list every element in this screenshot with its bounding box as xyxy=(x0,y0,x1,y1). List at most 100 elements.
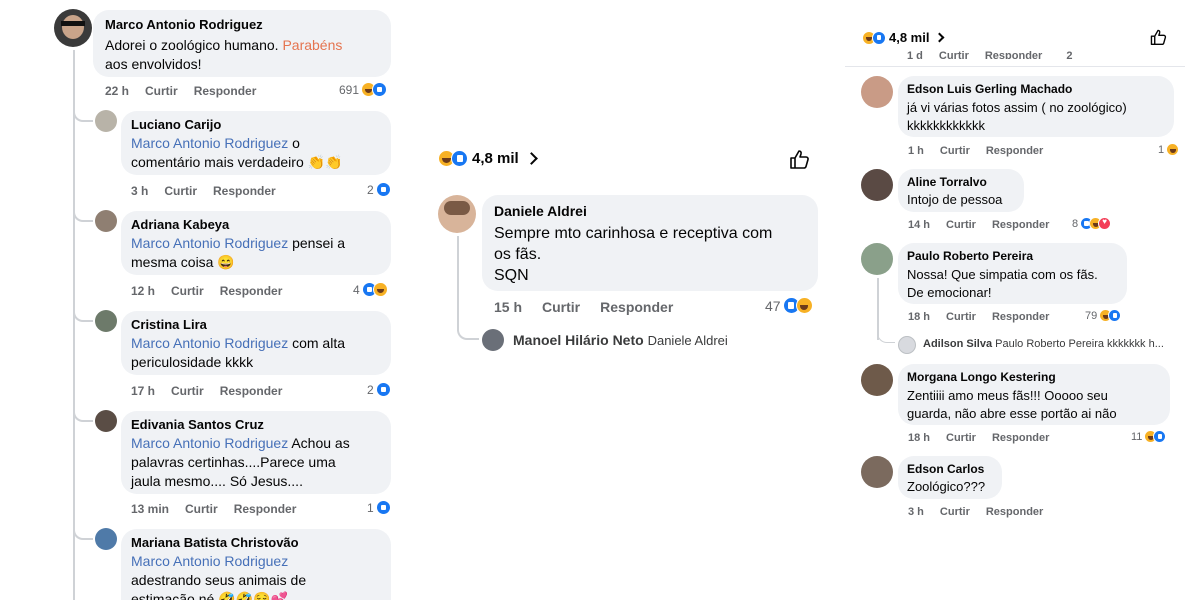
reply-button[interactable]: Responder xyxy=(992,311,1049,323)
reaction-summary[interactable]: 1 xyxy=(367,500,391,515)
avatar[interactable] xyxy=(438,195,476,233)
comment-bubble: Edson Luis Gerling Machado já vi várias … xyxy=(898,76,1174,137)
reply-button[interactable]: Responder xyxy=(220,384,283,398)
comment-author[interactable]: Edivania Santos Cruz xyxy=(131,417,264,432)
avatar[interactable] xyxy=(861,76,893,108)
reaction-summary[interactable]: 2 xyxy=(367,382,391,397)
reply-button[interactable]: Responder xyxy=(992,432,1049,444)
reaction-summary[interactable]: 8 xyxy=(1072,217,1112,230)
like-button[interactable]: Curtir xyxy=(542,299,580,315)
reply-button[interactable]: Responder xyxy=(213,184,276,198)
comment-time: 1 h xyxy=(908,145,924,157)
collapsed-reply[interactable]: Manoel Hilário Neto Daniele Aldrei xyxy=(513,332,728,348)
comment-actions: 18 h Curtir Responder xyxy=(908,432,1065,444)
thread-line xyxy=(73,50,75,600)
comment-time: 18 h xyxy=(908,432,931,444)
post-reaction-summary[interactable]: 4,8 mil xyxy=(436,150,538,167)
reaction-summary[interactable]: 47 xyxy=(765,297,813,314)
mention-link[interactable]: Marco Antonio Rodriguez xyxy=(131,435,288,451)
thumbs-up-icon[interactable] xyxy=(1149,28,1167,46)
like-button[interactable]: Curtir xyxy=(946,432,976,444)
comment-text: Zentiiii amo meus fãs!!! Ooooo seu guarda… xyxy=(907,388,1117,421)
comment-text: já vi várias fotos assim ( no zoológico)… xyxy=(907,100,1127,133)
comment-author[interactable]: Edson Luis Gerling Machado xyxy=(907,82,1072,96)
like-button[interactable]: Curtir xyxy=(171,284,204,298)
reaction-count: 691 xyxy=(339,82,360,97)
reply-author[interactable]: Manoel Hilário Neto xyxy=(513,332,644,348)
mention-link[interactable]: Marco Antonio Rodriguez xyxy=(131,135,288,151)
like-button[interactable]: Curtir xyxy=(939,50,969,59)
comment-actions: 12 h Curtir Responder xyxy=(131,284,298,298)
reaction-summary[interactable]: 79 xyxy=(1085,309,1122,322)
post-reaction-summary[interactable]: 4,8 mil xyxy=(860,30,945,45)
reply-button[interactable]: Responder xyxy=(985,50,1042,59)
comment-author[interactable]: Aline Torralvo xyxy=(907,175,987,189)
avatar[interactable] xyxy=(861,456,893,488)
comment-time: 3 h xyxy=(908,506,924,518)
comment-author[interactable]: Luciano Carijo xyxy=(131,117,221,132)
reaction-count: 2 xyxy=(367,182,374,197)
comment-author[interactable]: Mariana Batista Christovão xyxy=(131,535,299,550)
comment-actions: 3 h Curtir Responder xyxy=(908,506,1059,518)
comment-text: Marco Antonio Rodriguez com alta periculo… xyxy=(131,335,346,370)
thumbs-up-icon[interactable] xyxy=(788,148,810,170)
reaction-count: 79 xyxy=(1085,309,1098,322)
reaction-summary[interactable]: 1 xyxy=(1158,143,1180,156)
reaction-summary[interactable]: 4 xyxy=(353,282,388,297)
reply-button[interactable]: Responder xyxy=(194,84,257,98)
mention-link[interactable]: Marco Antonio Rodriguez xyxy=(131,553,288,569)
avatar[interactable] xyxy=(861,243,893,275)
mention-link[interactable]: Marco Antonio Rodriguez xyxy=(131,235,288,251)
avatar[interactable] xyxy=(861,364,893,396)
reply-connector xyxy=(877,328,895,343)
avatar-placeholder[interactable] xyxy=(898,336,916,354)
collapsed-reply[interactable]: Adilson Silva Paulo Roberto Pereira kkkk… xyxy=(923,338,1164,350)
like-button[interactable]: Curtir xyxy=(946,219,976,231)
comment-author[interactable]: Daniele Aldrei xyxy=(494,203,587,219)
comment-author[interactable]: Marco Antonio Rodriguez xyxy=(105,17,263,32)
avatar[interactable] xyxy=(95,110,117,132)
comment-text: Marco Antonio Rodriguez Achou as palavras… xyxy=(131,435,350,489)
reaction-count: 2 xyxy=(367,382,374,397)
comment-author[interactable]: Edson Carlos xyxy=(907,462,984,476)
comment-bubble: Mariana Batista Christovão Marco Antonio… xyxy=(121,529,391,600)
reply-connector xyxy=(73,104,93,122)
mention-link[interactable]: Marco Antonio Rodriguez xyxy=(131,335,288,351)
reply-button[interactable]: Responder xyxy=(220,284,283,298)
comment-time: 14 h xyxy=(908,219,931,231)
reply-button[interactable]: Responder xyxy=(986,506,1043,518)
avatar[interactable] xyxy=(95,528,117,550)
like-button[interactable]: Curtir xyxy=(185,502,218,516)
like-button[interactable]: Curtir xyxy=(946,311,976,323)
comment-author[interactable]: Paulo Roberto Pereira xyxy=(907,249,1033,263)
like-button[interactable]: Curtir xyxy=(164,184,197,198)
comment-actions: 1 h Curtir Responder xyxy=(908,145,1059,157)
avatar[interactable] xyxy=(95,210,117,232)
reaction-summary[interactable]: 691 xyxy=(339,82,388,97)
reply-preview: kkkkkkk h... xyxy=(1107,338,1164,350)
reply-author[interactable]: Adilson Silva xyxy=(923,338,992,350)
haha-icon xyxy=(1166,143,1180,156)
avatar[interactable] xyxy=(861,169,893,201)
reaction-summary[interactable]: 2 xyxy=(367,182,391,197)
avatar[interactable] xyxy=(54,9,92,47)
like-button[interactable]: Curtir xyxy=(940,145,970,157)
comment-author[interactable]: Adriana Kabeya xyxy=(131,217,229,232)
reply-button[interactable]: Responder xyxy=(234,502,297,516)
reply-button[interactable]: Responder xyxy=(986,145,1043,157)
comment-author[interactable]: Cristina Lira xyxy=(131,317,207,332)
avatar[interactable] xyxy=(95,310,117,332)
reply-button[interactable]: Responder xyxy=(992,219,1049,231)
comment-bubble: Luciano Carijo Marco Antonio Rodriguez o… xyxy=(121,111,391,175)
avatar[interactable] xyxy=(482,329,504,351)
avatar[interactable] xyxy=(95,410,117,432)
like-button[interactable]: Curtir xyxy=(940,506,970,518)
comment-text: Adorei o zoológico humano. Parabéns aos e… xyxy=(105,37,343,72)
like-button[interactable]: Curtir xyxy=(145,84,178,98)
comment-author[interactable]: Morgana Longo Kestering xyxy=(907,370,1056,384)
reaction-summary[interactable]: 11 xyxy=(1131,430,1167,443)
reply-button[interactable]: Responder xyxy=(600,299,673,315)
comment-text: Sempre mto carinhosa e receptiva com os f… xyxy=(494,225,773,284)
comment-actions: 18 h Curtir Responder xyxy=(908,311,1065,323)
like-button[interactable]: Curtir xyxy=(171,384,204,398)
